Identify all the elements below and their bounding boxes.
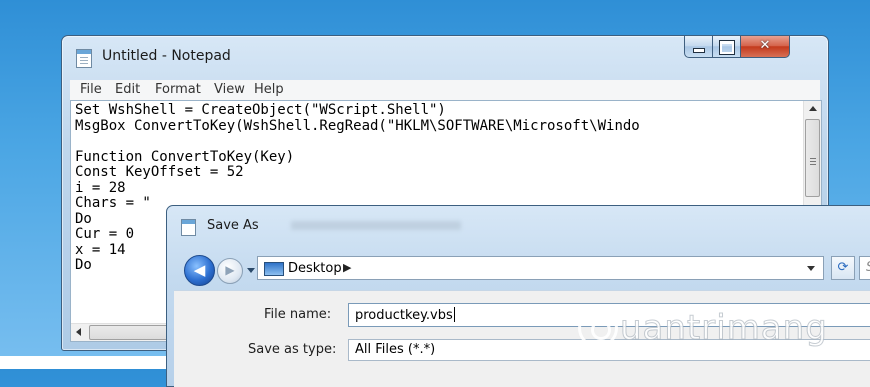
notepad-icon — [76, 49, 92, 68]
notepad-title: Untitled - Notepad — [102, 48, 231, 64]
menu-edit[interactable]: Edit — [115, 82, 140, 97]
menu-file[interactable]: File — [80, 82, 102, 97]
save-as-title: Save As — [207, 218, 259, 233]
breadcrumb-chevron-icon[interactable]: ▶ — [343, 261, 351, 274]
save-as-type-label: Save as type: — [248, 342, 337, 357]
watermark-logo-icon — [578, 308, 618, 348]
text-caret — [453, 307, 455, 322]
address-dropdown-icon[interactable] — [807, 266, 815, 271]
watermark: uantrimang — [578, 308, 828, 349]
vertical-scroll-thumb[interactable] — [805, 119, 820, 197]
desktop-icon — [264, 262, 284, 276]
forward-arrow-icon: ▶ — [225, 263, 235, 277]
scroll-up-icon[interactable] — [809, 106, 817, 111]
horizontal-scroll-thumb[interactable] — [89, 325, 171, 340]
address-bar[interactable]: Desktop ▶ — [257, 256, 824, 280]
file-name-value: productkey.vbs — [355, 308, 453, 323]
menu-view[interactable]: View — [214, 82, 245, 97]
refresh-button[interactable]: ⟳ — [831, 256, 855, 280]
back-arrow-icon: ◀ — [193, 261, 206, 279]
close-button[interactable]: ✕ — [741, 36, 790, 58]
file-name-label: File name: — [264, 307, 332, 322]
blurred-title-area — [291, 221, 461, 230]
forward-button[interactable]: ▶ — [217, 258, 243, 284]
grip-icon — [810, 158, 816, 159]
minimize-icon — [693, 48, 705, 53]
menu-help[interactable]: Help — [254, 82, 284, 97]
code-line: Function ConvertToKey(Key) — [75, 148, 295, 165]
refresh-icon: ⟳ — [837, 260, 849, 275]
code-line: i = 28 — [75, 179, 126, 196]
recent-pages-dropdown-icon[interactable] — [247, 268, 255, 273]
watermark-text: uantrimang — [620, 308, 828, 349]
save-as-dialog: Save As ◀ ▶ Desktop ▶ ⟳ Sea File name: p… — [166, 205, 870, 387]
caption-buttons: ✕ — [684, 36, 790, 58]
code-line: MsgBox ConvertToKey(WshShell.RegRead("HK… — [75, 117, 640, 134]
menu-bar: File Edit Format View Help — [70, 80, 820, 100]
code-line: Const KeyOffset = 52 — [75, 164, 244, 180]
search-box[interactable]: Sea — [859, 256, 870, 280]
menu-format[interactable]: Format — [155, 82, 201, 97]
close-icon: ✕ — [759, 38, 771, 53]
code-line: Set WshShell = CreateObject("WScript.She… — [75, 102, 446, 118]
address-location[interactable]: Desktop — [288, 261, 342, 276]
minimize-button[interactable] — [684, 36, 713, 58]
maximize-icon — [719, 40, 735, 55]
back-button[interactable]: ◀ — [184, 255, 215, 286]
save-as-icon — [181, 219, 196, 236]
scroll-left-icon[interactable] — [76, 328, 81, 336]
maximize-button[interactable] — [713, 36, 741, 58]
